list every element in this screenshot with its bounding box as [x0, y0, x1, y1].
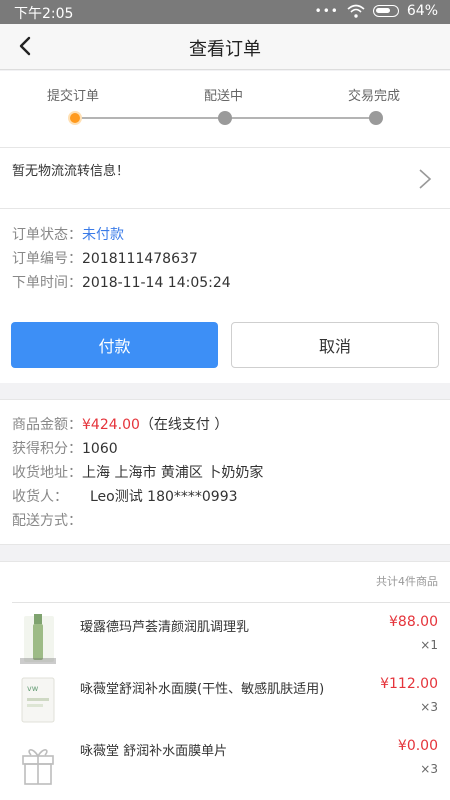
item-price: ¥0.00 [397, 738, 438, 754]
order-summary-card: 商品金额：¥424.00（在线支付 ） 获得积分：1060 收货地址：上海 上海… [0, 399, 450, 545]
step-label-delivery: 配送中 [204, 89, 244, 104]
address-value: 上海 上海市 黄浦区 卜奶奶家 [82, 465, 264, 481]
status-time: 下午2:05 [14, 6, 74, 22]
goods-list-card: 共计4件商品 瑷露德玛芦荟清颜润肌调理乳 ¥88.00 ×1 vw 咏薇堂舒润补… [0, 561, 450, 800]
svg-text:vw: vw [27, 684, 39, 693]
progress-line-1 [80, 117, 220, 119]
points-row: 获得积分：1060 [12, 441, 118, 457]
receiver-value: Leo测试 180****0993 [90, 489, 238, 505]
order-status-row: 订单状态：未付款 [12, 227, 124, 243]
item-quantity: ×1 [420, 638, 438, 652]
step-dot-submit [68, 111, 82, 125]
item-name: 瑷露德玛芦荟清颜润肌调理乳 [80, 620, 250, 635]
pay-button[interactable]: 付款 [11, 322, 218, 368]
lotion-bottle-image [20, 614, 56, 664]
signal-dots-icon: ••• [314, 4, 339, 18]
page-title: 查看订单 [189, 39, 261, 60]
order-progress: 提交订单 配送中 交易完成 [0, 71, 450, 147]
progress-line-2 [230, 117, 370, 119]
status-bar: 下午2:05 ••• 64% [0, 0, 450, 24]
logistics-row[interactable]: 暂无物流流转信息！ [0, 147, 450, 209]
step-dot-delivery [218, 111, 232, 125]
list-item[interactable]: 咏薇堂 舒润补水面膜单片 ¥0.00 ×3 [0, 732, 450, 794]
goods-count-summary: 共计4件商品 [376, 575, 438, 588]
step-label-complete: 交易完成 [348, 89, 401, 104]
battery-percent: 64% [406, 3, 438, 19]
battery-icon [372, 5, 399, 17]
address-row: 收货地址：上海 上海市 黄浦区 卜奶奶家 [12, 465, 264, 481]
receiver-row: 收货人： Leo测试 180****0993 [12, 489, 238, 505]
pay-method: （在线支付 ） [139, 417, 229, 433]
cancel-button[interactable]: 取消 [231, 322, 439, 368]
divider [12, 602, 450, 603]
item-price: ¥88.00 [389, 614, 438, 630]
order-status-value: 未付款 [82, 227, 124, 243]
order-number-value: 2018111478637 [82, 251, 198, 267]
gift-icon [22, 749, 54, 785]
item-quantity: ×3 [420, 762, 438, 776]
order-time-value: 2018-11-14 14:05:24 [82, 275, 231, 291]
goods-amount-value: ¥424.00 [82, 417, 140, 433]
item-quantity: ×3 [420, 700, 438, 714]
list-item[interactable]: vw 咏薇堂舒润补水面膜(干性、敏感肌肤适用) ¥112.00 ×3 [0, 670, 450, 732]
list-item[interactable]: 瑷露德玛芦荟清颜润肌调理乳 ¥88.00 ×1 [0, 608, 450, 670]
mask-box-image: vw [21, 677, 55, 723]
points-value: 1060 [82, 441, 118, 457]
order-time-row: 下单时间：2018-11-14 14:05:24 [12, 275, 231, 291]
step-dot-complete [369, 111, 383, 125]
chevron-right-icon [419, 169, 432, 189]
item-name: 咏薇堂 舒润补水面膜单片 [80, 744, 228, 759]
order-info-card: 订单状态：未付款 订单编号：2018111478637 下单时间：2018-11… [0, 209, 450, 383]
item-name: 咏薇堂舒润补水面膜(干性、敏感肌肤适用) [80, 682, 325, 697]
delivery-row: 配送方式： [12, 513, 82, 529]
step-label-submit: 提交订单 [47, 89, 100, 104]
nav-bar: 查看订单 [0, 24, 450, 70]
goods-amount-row: 商品金额：¥424.00（在线支付 ） [12, 417, 229, 433]
logistics-text: 暂无物流流转信息！ [12, 164, 130, 179]
wifi-icon [347, 4, 365, 18]
order-number-row: 订单编号：2018111478637 [12, 251, 198, 267]
item-price: ¥112.00 [380, 676, 438, 692]
